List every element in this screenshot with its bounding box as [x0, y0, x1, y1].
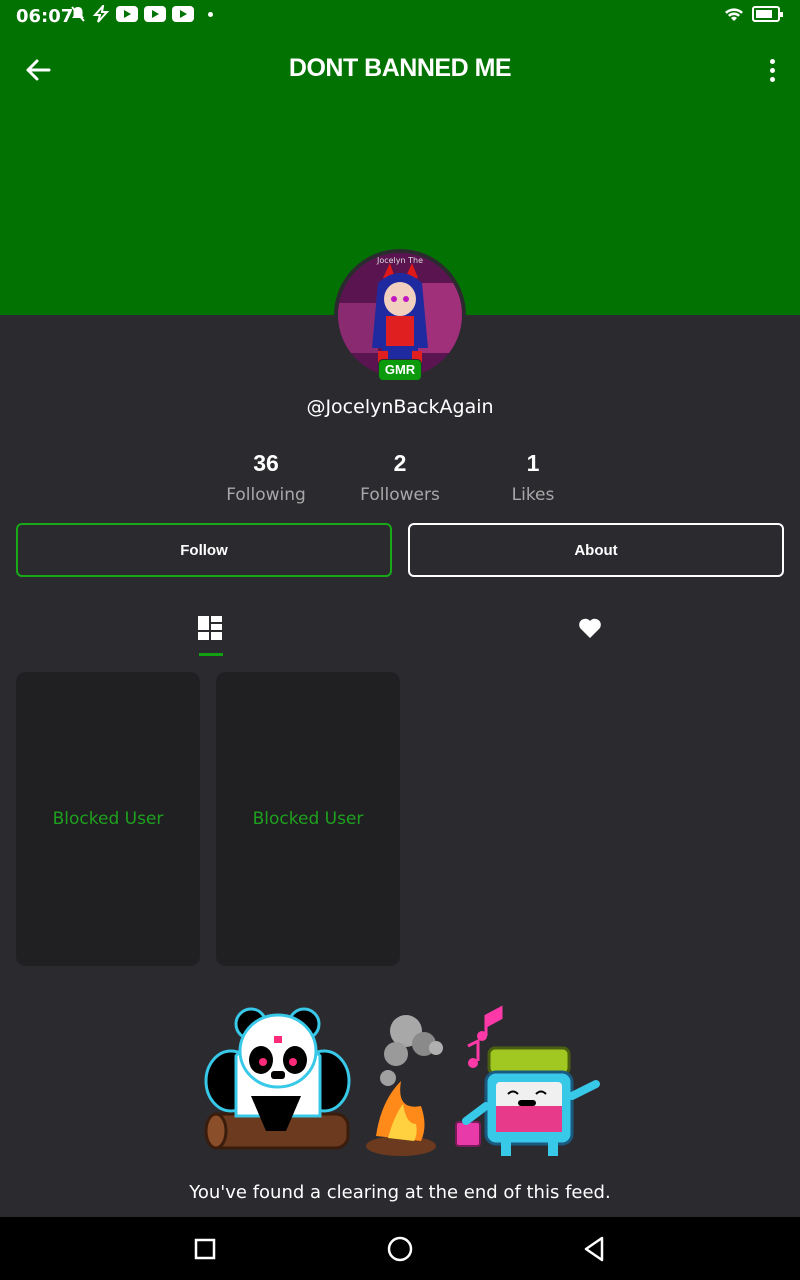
stat-label: Likes: [511, 485, 555, 505]
circle-icon: [387, 1236, 413, 1262]
home-button[interactable]: [386, 1235, 414, 1263]
more-notifications-icon: [208, 11, 213, 17]
status-time: 06:07: [16, 6, 74, 27]
stat-followers[interactable]: 2 Followers: [330, 450, 470, 505]
battery-icon: [752, 6, 783, 22]
stat-label: Following: [226, 485, 306, 505]
back-nav-button[interactable]: [580, 1235, 608, 1263]
active-tab-indicator: [199, 653, 223, 656]
stat-likes[interactable]: 1 Likes: [463, 450, 603, 505]
username: @JocelynBackAgain: [306, 396, 494, 418]
youtube-icon: [116, 6, 138, 22]
wifi-icon: [725, 8, 743, 21]
stat-value: 1: [526, 450, 540, 476]
campfire-illustration: [204, 1005, 600, 1156]
stat-following[interactable]: 36 Following: [196, 450, 336, 505]
more-options-button[interactable]: [760, 52, 784, 88]
notification-icons: [70, 5, 213, 23]
grid-icon: [198, 616, 222, 640]
flash-icon: [92, 5, 110, 23]
blocked-label: Blocked User: [52, 809, 164, 829]
page-title: DONT BANNED ME: [288, 54, 512, 82]
back-button[interactable]: [20, 52, 56, 88]
post-card[interactable]: Blocked User: [216, 672, 400, 966]
arrow-left-icon: [26, 59, 51, 81]
more-dot-icon: [769, 58, 775, 64]
status-bar: 06:07: [0, 0, 800, 34]
feed-end-message: You've found a clearing at the end of th…: [189, 1182, 611, 1203]
heart-icon: [579, 618, 601, 638]
mute-icon: [71, 6, 85, 22]
about-button[interactable]: About: [408, 523, 784, 577]
stat-label: Followers: [360, 485, 440, 505]
tab-likes[interactable]: [570, 600, 610, 656]
youtube-icon: [172, 6, 194, 22]
youtube-icon: [144, 6, 166, 22]
recents-button[interactable]: [191, 1235, 219, 1263]
system-icons: [724, 6, 783, 22]
post-card[interactable]: Blocked User: [16, 672, 200, 966]
avatar-caption: Jocelyn The: [376, 256, 423, 265]
stat-value: 36: [253, 450, 279, 476]
triangle-back-icon: [584, 1236, 604, 1262]
square-icon: [194, 1238, 216, 1260]
system-nav-bar: [0, 1217, 800, 1280]
stat-value: 2: [393, 450, 407, 476]
avatar-badge: GMR: [378, 359, 422, 381]
blocked-label: Blocked User: [252, 809, 364, 829]
more-dot-icon: [769, 67, 775, 73]
follow-button[interactable]: Follow: [16, 523, 392, 577]
tab-posts[interactable]: [190, 600, 230, 656]
more-dot-icon: [769, 76, 775, 82]
